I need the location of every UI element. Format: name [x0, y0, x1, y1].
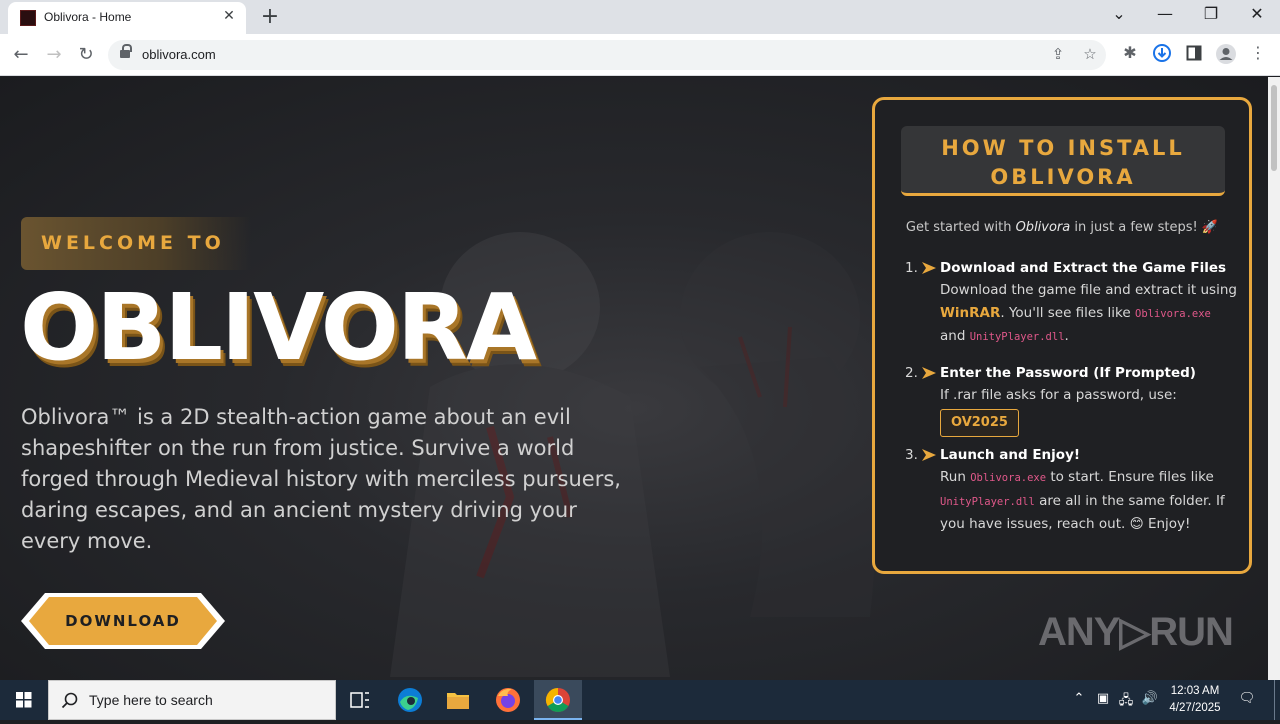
task-view-icon: [350, 692, 369, 708]
firefox-icon: [496, 688, 520, 712]
install-subtitle: Get started with Oblivora in just a few …: [875, 220, 1249, 235]
search-placeholder: Type here to search: [89, 692, 213, 708]
chrome-taskbar-button[interactable]: [534, 680, 582, 720]
arrow-right-icon: [922, 262, 936, 274]
share-icon[interactable]: ⇪: [1048, 45, 1068, 63]
step-number: 1.: [905, 260, 918, 276]
back-button[interactable]: ←: [10, 44, 32, 65]
windows-logo-icon: [16, 692, 32, 708]
winrar-link[interactable]: WinRAR: [940, 305, 1000, 321]
reload-button[interactable]: ↻: [75, 44, 97, 65]
show-desktop-divider[interactable]: [1274, 680, 1275, 720]
volume-icon[interactable]: 🔊: [1141, 691, 1159, 706]
welcome-banner: WELCOME TO: [21, 217, 251, 270]
install-guide-panel: HOW TO INSTALL OBLIVORA Get started with…: [872, 97, 1252, 574]
edge-icon: [398, 688, 422, 712]
step-text: . You'll see files like: [1000, 304, 1135, 321]
step-body: Download the game file and extract it us…: [940, 279, 1240, 349]
arrow-right-icon: [922, 449, 936, 461]
clock-time: 12:03 AM: [1170, 685, 1220, 697]
step-body: If .rar file asks for a password, use: O…: [940, 384, 1240, 437]
lock-icon[interactable]: [120, 44, 132, 60]
file-name-exe: Oblivora.exe: [970, 472, 1047, 484]
close-window-button[interactable]: ✕: [1237, 4, 1277, 23]
download-label: DOWNLOAD: [65, 612, 181, 630]
hero-description: Oblivora™ is a 2D stealth-action game ab…: [21, 405, 621, 553]
download-icon[interactable]: [1151, 43, 1173, 65]
new-tab-button[interactable]: +: [258, 4, 282, 29]
step-title: Launch and Enjoy!: [940, 447, 1081, 463]
tab-oblivora-home[interactable]: Oblivora - Home ✕: [8, 2, 246, 34]
address-bar[interactable]: oblivora.com ⇪ ☆: [108, 40, 1106, 70]
clock-date: 4/27/2025: [1169, 702, 1221, 714]
taskbar-search[interactable]: Type here to search: [48, 680, 336, 720]
tab-bar: Oblivora - Home ✕ + ⌄ — ❐ ✕: [0, 0, 1280, 34]
step-number: 3.: [905, 447, 918, 463]
password-badge[interactable]: OV2025: [940, 408, 1019, 437]
edge-taskbar-button[interactable]: [386, 680, 434, 720]
step-number: 2.: [905, 365, 918, 381]
url-text[interactable]: oblivora.com: [142, 47, 216, 62]
search-icon: [61, 692, 78, 709]
forward-button[interactable]: →: [43, 44, 65, 65]
file-name-dll: UnityPlayer.dll: [940, 495, 1035, 508]
notifications-icon[interactable]: 🗨: [1238, 691, 1256, 706]
subtitle-pre: Get started with: [905, 220, 1016, 235]
subtitle-post: in just a few steps! 🚀: [1070, 220, 1219, 235]
step-title: Download and Extract the Game Files: [940, 260, 1227, 276]
chrome-icon: [545, 688, 570, 713]
browser-menu-icon[interactable]: ⋮: [1247, 43, 1269, 65]
step-text: .: [1064, 328, 1069, 344]
welcome-text: WELCOME TO: [41, 232, 225, 254]
step-text: If .rar file asks for a password, use:: [940, 387, 1177, 403]
file-name-dll: UnityPlayer.dll: [969, 331, 1065, 343]
tab-search-chevron-icon[interactable]: ⌄: [1099, 4, 1139, 23]
step-text: to start. Ensure files like: [1046, 469, 1214, 485]
scrollbar-thumb[interactable]: [1271, 85, 1277, 171]
folder-icon: [447, 693, 469, 709]
arrow-right-icon: [922, 367, 936, 379]
install-heading-line2: OBLIVORA: [990, 165, 1136, 189]
start-button[interactable]: [0, 680, 48, 720]
install-heading-box: HOW TO INSTALL OBLIVORA: [901, 126, 1225, 196]
address-toolbar: ← → ↻ oblivora.com ⇪ ☆ ✱ ⋮: [0, 34, 1280, 76]
restore-button[interactable]: ❐: [1191, 4, 1231, 23]
windows-taskbar: Type here to search ⌃ ▣ 🖧 🔊 12:03 AM 4/2…: [0, 680, 1280, 720]
page-scrollbar[interactable]: [1268, 77, 1280, 680]
favicon-icon: [20, 10, 36, 26]
anyrun-watermark: ANY▷RUN: [1038, 610, 1234, 654]
minimize-button[interactable]: —: [1145, 4, 1185, 23]
step-text: Run: [940, 469, 971, 485]
install-heading-line1: HOW TO INSTALL: [941, 136, 1185, 160]
extensions-icon[interactable]: ✱: [1119, 43, 1141, 65]
subtitle-game-name: Oblivora: [1015, 220, 1071, 235]
web-page: WELCOME TO OBLIVORA Oblivora™ is a 2D st…: [0, 77, 1268, 680]
step-title: Enter the Password (If Prompted): [940, 365, 1196, 381]
side-panel-icon[interactable]: [1183, 43, 1205, 65]
tab-title: Oblivora - Home: [44, 10, 132, 24]
network-icon[interactable]: 🖧: [1117, 691, 1135, 713]
tray-chevron-icon[interactable]: ⌃: [1070, 691, 1088, 706]
profile-avatar-icon[interactable]: [1215, 43, 1237, 65]
task-view-button[interactable]: [336, 680, 384, 720]
file-explorer-taskbar-button[interactable]: [434, 680, 482, 720]
download-button[interactable]: DOWNLOAD: [21, 593, 225, 649]
step-text: Download the game file and extract it us…: [940, 282, 1237, 298]
tray-device-icon[interactable]: ▣: [1094, 691, 1112, 706]
tab-close-icon[interactable]: ✕: [220, 8, 238, 24]
step-text: and: [940, 328, 970, 344]
firefox-taskbar-button[interactable]: [484, 680, 532, 720]
bookmark-star-icon[interactable]: ☆: [1080, 45, 1100, 63]
taskbar-clock[interactable]: 12:03 AM 4/27/2025: [1160, 683, 1230, 717]
hero-title: OBLIVORA: [20, 274, 537, 381]
file-name-exe: Oblivora.exe: [1135, 307, 1211, 320]
step-body: Run Oblivora.exe to start. Ensure files …: [940, 466, 1240, 536]
